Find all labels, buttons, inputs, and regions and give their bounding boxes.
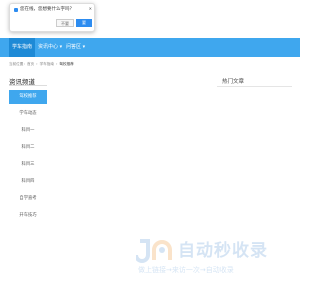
dialog-message: 您在线，您想要什么字吗？	[20, 7, 74, 12]
watermark: 自动秒收录 做上链接→来访一次→自动收录	[136, 236, 286, 276]
info-icon	[14, 8, 18, 12]
cancel-button[interactable]: 不要	[56, 19, 74, 27]
sidebar-item-self-study[interactable]: 自学直考	[9, 192, 47, 206]
breadcrumb-separator: ›	[36, 62, 38, 66]
sidebar-item-subject-4[interactable]: 科目四	[9, 175, 47, 189]
breadcrumb-current: 驾校推荐	[59, 62, 74, 66]
breadcrumb-separator: ›	[55, 62, 58, 66]
breadcrumb-home[interactable]: 当前位置：首页	[9, 62, 34, 66]
nav-item-driving-guide[interactable]: 学车指南	[9, 38, 36, 57]
breadcrumb-parent[interactable]: 学车指南	[40, 62, 54, 66]
sidebar-item-subject-2[interactable]: 科目二	[9, 141, 47, 155]
watermark-subtext: 做上链接→来访一次→自动收录	[138, 266, 234, 274]
close-icon[interactable]: ✕	[89, 6, 92, 11]
watermark-text: 自动秒收录	[178, 241, 268, 261]
sidebar-item-driving-tips[interactable]: 开车技巧	[9, 209, 47, 223]
ok-button[interactable]: 要	[76, 19, 92, 27]
main-navbar: 学车指南 资讯中心 ▾ 问答区 ▾	[0, 38, 300, 57]
breadcrumb: 当前位置：首页 › 学车指南 › 驾校推荐	[9, 62, 74, 67]
nav-item-qa[interactable]: 问答区 ▾	[63, 38, 88, 57]
watermark-logo-icon	[136, 239, 172, 263]
sidebar-item-school-recommend[interactable]: 驾校推荐	[9, 90, 47, 104]
sidebar-item-subject-1[interactable]: 科目一	[9, 124, 47, 138]
sidebar-item-news[interactable]: 学车动态	[9, 107, 47, 121]
hot-articles-title: 热门文章	[222, 79, 245, 85]
nav-item-news-center[interactable]: 资讯中心 ▾	[35, 38, 65, 57]
notification-dialog: 您在线，您想要什么字吗？ ✕ 不要 要	[9, 3, 95, 32]
sidebar-item-subject-3[interactable]: 科目三	[9, 158, 47, 172]
hot-articles-divider	[217, 86, 292, 87]
sidebar-divider	[9, 85, 47, 86]
